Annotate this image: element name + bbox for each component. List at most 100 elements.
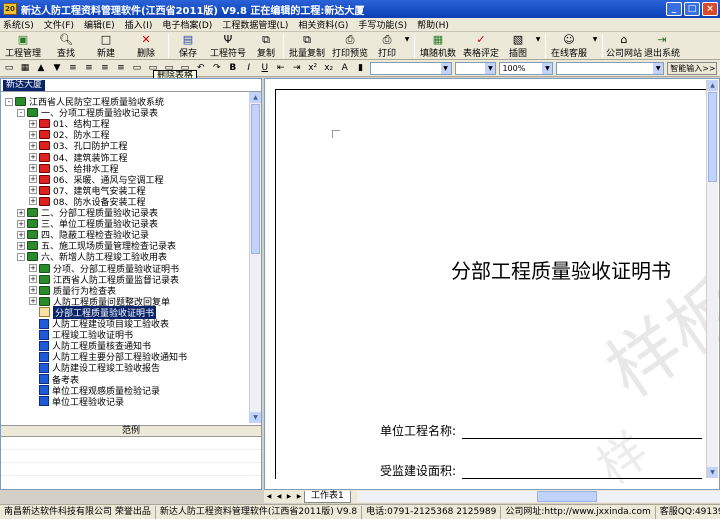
- tree-item[interactable]: 单位工程验收记录: [39, 396, 124, 408]
- expand-icon[interactable]: +: [29, 153, 37, 161]
- batch-copy-button[interactable]: ⧉ 批量复制: [286, 32, 328, 60]
- field-unit-name-line[interactable]: [462, 425, 703, 439]
- align-right-icon[interactable]: ≡: [98, 62, 112, 75]
- maximize-button[interactable]: □: [684, 2, 700, 16]
- italic-button[interactable]: I: [242, 62, 256, 75]
- scroll-thumb[interactable]: [251, 104, 260, 254]
- expand-icon[interactable]: +: [29, 119, 37, 128]
- menu-related[interactable]: 相关资料(G): [298, 18, 348, 31]
- first-sheet-icon[interactable]: ◀: [264, 492, 274, 502]
- evaluate-button[interactable]: ✓ 表格评定: [459, 32, 503, 60]
- expand-icon[interactable]: +: [29, 286, 37, 295]
- subscript-icon[interactable]: x₂: [322, 62, 336, 75]
- project-button[interactable]: ▣ 工程管理: [0, 32, 46, 60]
- new-button[interactable]: □ 新建: [86, 32, 126, 60]
- expand-icon[interactable]: +: [17, 241, 25, 250]
- field-area[interactable]: 受监建设面积:: [380, 462, 703, 479]
- print-button[interactable]: ⎙ 打印: [372, 32, 402, 60]
- menu-help[interactable]: 帮助(H): [417, 18, 449, 31]
- superscript-icon[interactable]: x²: [306, 62, 320, 75]
- expand-icon[interactable]: +: [17, 219, 25, 228]
- last-sheet-icon[interactable]: ▶: [294, 492, 304, 502]
- scroll-up-icon[interactable]: ▲: [707, 80, 718, 91]
- expand-icon[interactable]: +: [17, 230, 25, 239]
- horizontal-scrollbar[interactable]: [356, 491, 720, 502]
- print-dropdown[interactable]: ▼: [402, 32, 412, 60]
- image-button[interactable]: ▧ 插图: [503, 32, 533, 60]
- project-name[interactable]: 新达大厦: [3, 79, 46, 91]
- indent-icon[interactable]: ⇤: [274, 62, 288, 75]
- expand-icon[interactable]: +: [17, 208, 25, 217]
- next-sheet-icon[interactable]: ▶: [284, 492, 294, 502]
- scroll-down-icon[interactable]: ▼: [707, 467, 718, 478]
- delete-button[interactable]: ✕ 删除: [126, 32, 166, 60]
- search-button[interactable]: 🔍︎ 查找: [46, 32, 86, 60]
- bold-button[interactable]: B: [226, 62, 240, 75]
- field-area-line[interactable]: [462, 465, 703, 479]
- field-unit-name[interactable]: 单位工程名称:: [380, 422, 703, 439]
- menu-file[interactable]: 文件(F): [44, 18, 74, 31]
- green-book-icon: [39, 285, 50, 295]
- redo-icon[interactable]: ↷: [210, 62, 224, 75]
- close-button[interactable]: ×: [702, 2, 718, 16]
- arrow-up-icon[interactable]: ▲: [34, 62, 48, 75]
- align-center-icon[interactable]: ≡: [82, 62, 96, 75]
- copy-button[interactable]: ⧉ 复制: [251, 32, 281, 60]
- font-name-combo[interactable]: ▼: [369, 61, 452, 75]
- underline-button[interactable]: U: [258, 62, 272, 75]
- save-button[interactable]: ▤ 保存: [171, 32, 205, 60]
- menu-system[interactable]: 系统(S): [3, 18, 34, 31]
- collapse-icon[interactable]: -: [17, 108, 25, 117]
- expand-icon[interactable]: +: [29, 175, 37, 184]
- expand-icon[interactable]: +: [29, 275, 37, 284]
- exit-button[interactable]: ⇥ 退出系统: [643, 32, 681, 60]
- expand-icon[interactable]: +: [29, 297, 37, 306]
- document-icon: [39, 396, 49, 407]
- menu-edit[interactable]: 编辑(E): [84, 18, 115, 31]
- sheet-tab[interactable]: 工作表1: [304, 490, 351, 503]
- chevron-down-icon: ▼: [592, 36, 598, 43]
- fill-color-icon[interactable]: ▮: [354, 62, 368, 75]
- align-left-icon[interactable]: ≡: [66, 62, 80, 75]
- outdent-icon[interactable]: ⇥: [290, 62, 304, 75]
- scroll-thumb[interactable]: [536, 491, 597, 502]
- document-scrollbar[interactable]: ▲ ▼: [706, 80, 718, 478]
- random-button[interactable]: ▦ 填随机数: [417, 32, 459, 60]
- menu-data-management[interactable]: 工程数据管理(L): [222, 18, 288, 31]
- home-button[interactable]: ⌂ 公司网站: [605, 32, 643, 60]
- expand-icon[interactable]: +: [29, 130, 37, 139]
- scroll-down-icon[interactable]: ▼: [250, 412, 261, 423]
- smart-input-button[interactable]: 智能输入>>: [667, 61, 718, 75]
- print-preview-button[interactable]: ⎙ 打印预览: [328, 32, 372, 60]
- document-area[interactable]: 样板 样 分部工程质量验收证明书 单位工程名称: 受监建设面积: ▲ ▼: [264, 78, 720, 490]
- collapse-icon[interactable]: -: [17, 252, 25, 261]
- align-justify-icon[interactable]: ≡: [114, 62, 128, 75]
- symbol-button[interactable]: Ψ 工程符号: [205, 32, 251, 60]
- table-icon[interactable]: ▭: [2, 62, 16, 75]
- prev-sheet-icon[interactable]: ◀: [274, 492, 284, 502]
- tree-scrollbar[interactable]: ▲ ▼: [249, 92, 261, 423]
- menu-archive[interactable]: 电子档案(D): [162, 18, 212, 31]
- minimize-button[interactable]: _: [666, 2, 682, 16]
- grid-icon[interactable]: ▦: [18, 62, 32, 75]
- font-size-combo[interactable]: ▼: [454, 61, 497, 75]
- image-dropdown[interactable]: ▼: [533, 32, 543, 60]
- scroll-thumb[interactable]: [708, 92, 717, 182]
- collapse-icon[interactable]: -: [5, 97, 13, 106]
- support-button[interactable]: ☺ 在线客服: [548, 32, 590, 60]
- font-color-icon[interactable]: A: [338, 62, 352, 75]
- expand-icon[interactable]: +: [29, 264, 37, 272]
- document-icon: [39, 318, 49, 329]
- support-dropdown[interactable]: ▼: [590, 32, 600, 60]
- arrow-down-icon[interactable]: ▼: [50, 62, 64, 75]
- expand-icon[interactable]: +: [29, 197, 37, 206]
- style-combo[interactable]: ▼: [556, 61, 665, 75]
- menu-insert[interactable]: 插入(I): [125, 18, 153, 31]
- insert-table-icon[interactable]: ▭: [130, 62, 144, 75]
- scroll-up-icon[interactable]: ▲: [250, 92, 261, 103]
- zoom-combo[interactable]: 100% ▼: [499, 61, 554, 75]
- expand-icon[interactable]: +: [29, 186, 37, 195]
- menu-handwriting[interactable]: 手写功能(S): [358, 18, 407, 31]
- expand-icon[interactable]: +: [29, 164, 37, 173]
- expand-icon[interactable]: +: [29, 141, 37, 150]
